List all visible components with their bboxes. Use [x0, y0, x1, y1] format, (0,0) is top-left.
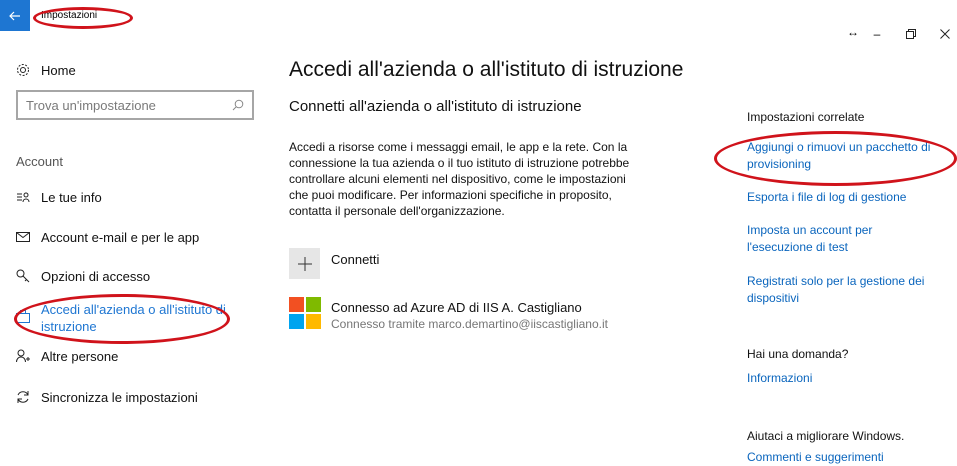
- link-test-account[interactable]: Imposta un account per l'esecuzione di t…: [747, 222, 952, 256]
- nav-home[interactable]: Home: [16, 59, 76, 81]
- description-line: Accedi a risorse come i messaggi email, …: [289, 140, 628, 154]
- resize-icon[interactable]: ↔: [842, 24, 864, 40]
- search-input[interactable]: Trova un'impostazione: [16, 90, 254, 120]
- gear-icon: [16, 63, 30, 77]
- connect-button[interactable]: [289, 248, 320, 279]
- link-line: Registrati solo per la gestione dei: [747, 274, 925, 288]
- nav-your-info-label: Le tue info: [41, 189, 102, 205]
- search-placeholder: Trova un'impostazione: [26, 97, 156, 113]
- nav-access-work-school[interactable]: Accedi all'azienda o all'istituto di ist…: [16, 301, 246, 335]
- link-line: Aggiungi o rimuovi un pacchetto di: [747, 140, 931, 154]
- plus-icon: [297, 256, 312, 271]
- link-line: l'esecuzione di test: [747, 240, 849, 254]
- connected-account-title[interactable]: Connesso ad Azure AD di IIS A. Castiglia…: [331, 300, 582, 315]
- page-title: Accedi all'azienda o all'istituto di ist…: [289, 58, 684, 81]
- windows-logo-icon: [289, 297, 322, 330]
- description: Accedi a risorse come i messaggi email, …: [289, 139, 654, 219]
- description-line: che puoi modificare. Per informazioni sp…: [289, 188, 612, 202]
- section-subtitle: Connetti all'azienda o all'istituto di i…: [289, 98, 582, 115]
- link-line: Imposta un account per: [747, 223, 873, 237]
- description-line: connessione la tua azienda o il tuo isti…: [289, 156, 630, 170]
- link-info[interactable]: Informazioni: [747, 370, 952, 387]
- key-icon: [16, 269, 30, 283]
- nav-other-people[interactable]: Altre persone: [16, 345, 118, 367]
- nav-access-work-school-label-2: istruzione: [41, 319, 97, 334]
- link-device-management[interactable]: Registrati solo per la gestione dei disp…: [747, 273, 952, 307]
- back-arrow-icon: [9, 11, 20, 20]
- link-line: dispositivi: [747, 291, 800, 305]
- window-title: Impostazioni: [41, 10, 98, 21]
- nav-your-info[interactable]: Le tue info: [16, 186, 102, 208]
- link-line: Esporta i file di log di gestione: [747, 190, 907, 204]
- nav-email-accounts-label: Account e-mail e per le app: [41, 229, 200, 245]
- link-feedback[interactable]: Commenti e suggerimenti: [747, 449, 952, 466]
- connect-label[interactable]: Connetti: [331, 252, 379, 267]
- search-icon: [232, 99, 244, 111]
- person-add-icon: [16, 349, 30, 363]
- link-line: provisioning: [747, 157, 812, 171]
- nav-home-label: Home: [41, 62, 76, 78]
- nav-access-work-school-label-1: Accedi all'azienda o all'istituto di: [41, 302, 226, 317]
- restore-button[interactable]: [900, 26, 922, 42]
- nav-sync-settings[interactable]: Sincronizza le impostazioni: [16, 386, 198, 408]
- connected-account-subtitle: Connesso tramite marco.demartino@iiscast…: [331, 317, 608, 331]
- description-line: contatta il personale dell'organizzazion…: [289, 204, 505, 218]
- link-provisioning-package[interactable]: Aggiungi o rimuovi un pacchetto di provi…: [747, 139, 952, 173]
- sync-icon: [16, 390, 30, 404]
- nav-sign-in-options-label: Opzioni di accesso: [41, 268, 151, 284]
- user-info-icon: [16, 190, 30, 204]
- mail-icon: [16, 230, 30, 244]
- link-export-logs[interactable]: Esporta i file di log di gestione: [747, 189, 952, 206]
- improve-heading: Aiutaci a migliorare Windows.: [747, 429, 905, 443]
- nav-email-accounts[interactable]: Account e-mail e per le app: [16, 226, 199, 248]
- description-line: controllare alcuni elementi nel disposit…: [289, 172, 626, 186]
- section-account: Account: [16, 154, 63, 169]
- back-button[interactable]: [0, 0, 30, 31]
- minimize-button[interactable]: –: [866, 26, 888, 42]
- question-heading: Hai una domanda?: [747, 347, 849, 361]
- nav-sync-settings-label: Sincronizza le impostazioni: [41, 389, 198, 405]
- restore-icon: [906, 29, 916, 39]
- related-heading: Impostazioni correlate: [747, 110, 865, 124]
- close-button[interactable]: [934, 26, 956, 42]
- nav-sign-in-options[interactable]: Opzioni di accesso: [16, 265, 150, 287]
- briefcase-icon: [16, 310, 30, 328]
- close-icon: [940, 29, 950, 39]
- nav-other-people-label: Altre persone: [41, 348, 119, 364]
